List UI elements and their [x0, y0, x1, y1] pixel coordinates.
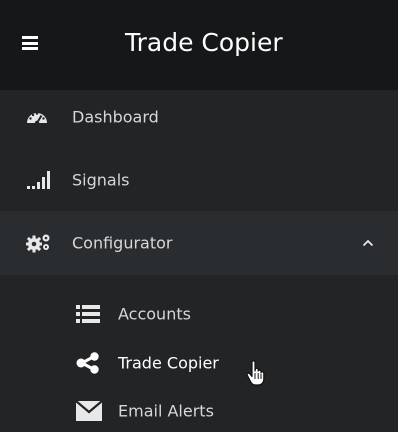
app-frame: Trade Copier Dashboard Signals Configura…: [0, 0, 406, 444]
hamburger-icon[interactable]: [22, 36, 38, 50]
sidebar-item-label: Configurator: [72, 233, 173, 253]
sidebar-header: Trade Copier: [0, 0, 398, 90]
sidebar-subitem-label: Accounts: [118, 304, 191, 324]
hand-pointer-cursor-icon: [246, 360, 265, 386]
sidebar-item-label: Signals: [72, 170, 130, 190]
sidebar-item-label: Dashboard: [72, 107, 159, 127]
envelope-icon: [76, 401, 102, 421]
sidebar: Trade Copier Dashboard Signals Configura…: [0, 0, 398, 432]
sidebar-subitem-accounts[interactable]: Accounts: [0, 290, 398, 338]
sidebar-subitem-trade-copier[interactable]: Trade Copier: [0, 339, 398, 387]
share-icon: [76, 352, 99, 374]
list-icon: [76, 305, 100, 323]
cogs-icon: [26, 234, 50, 253]
sidebar-subitem-email-alerts[interactable]: Email Alerts: [0, 387, 398, 435]
signal-bars-icon: [27, 171, 50, 189]
sidebar-subitem-label: Email Alerts: [118, 401, 214, 421]
sidebar-item-dashboard[interactable]: Dashboard: [0, 85, 398, 149]
sidebar-item-configurator[interactable]: Configurator: [0, 211, 398, 275]
dashboard-gauge-icon: [27, 112, 47, 126]
sidebar-item-signals[interactable]: Signals: [0, 148, 398, 212]
page-title: Trade Copier: [125, 28, 283, 57]
chevron-up-icon[interactable]: [362, 239, 374, 247]
sidebar-subitem-label: Trade Copier: [118, 353, 219, 373]
